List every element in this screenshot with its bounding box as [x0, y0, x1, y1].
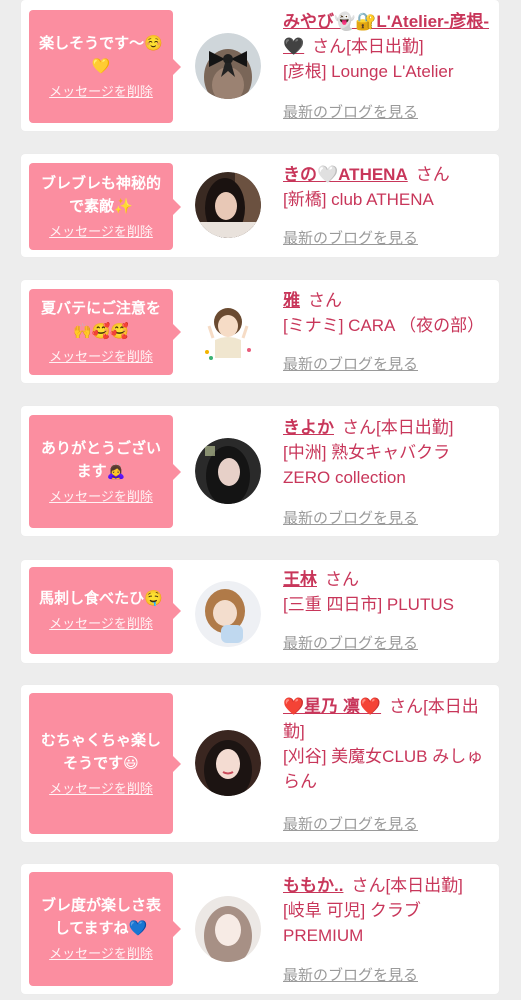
message-bubble: ブレ度が楽しさ表してますね💙 メッセージを削除	[29, 872, 181, 986]
status-badge: [本日出勤]	[385, 876, 463, 895]
message-text: ありがとうございます🙇‍♀️	[40, 438, 161, 480]
message-bubble: 馬刺し食べたひ🤤 メッセージを削除	[29, 567, 181, 654]
delete-message-link[interactable]: メッセージを削除	[35, 616, 167, 634]
status-badge: [本日出勤]	[346, 37, 424, 56]
message-card: 楽しそうです〜☺️💛 メッセージを削除 みやび👻🔐L'Atelier-彦根-🖤 さ…	[21, 0, 499, 131]
cast-name-link[interactable]: きの🤍ATHENA	[283, 165, 408, 184]
cast-info: 王林 さん [三重 四日市] PLUTUS	[283, 567, 495, 617]
message-text: むちゃくちゃ楽しそうです😃	[40, 730, 161, 772]
honorific: さん	[389, 697, 424, 716]
message-text: ブレブレも神秘的で素敵✨	[40, 173, 161, 215]
honorific: さん	[308, 291, 342, 310]
shop-name: [三重 四日市] PLUTUS	[283, 595, 454, 614]
shop-name: [刈谷] 美魔女CLUB みしゅらん	[283, 747, 484, 791]
shop-name: [彦根] Lounge L'Atelier	[283, 62, 454, 81]
cast-name-link[interactable]: ももか..	[283, 876, 343, 895]
message-card: ブレ度が楽しさ表してますね💙 メッセージを削除 ももか.. さん[本日出勤] [岐…	[21, 864, 499, 994]
avatar[interactable]	[195, 730, 261, 796]
cast-info: きよか さん[本日出勤] [中洲] 熟女キャバクラ ZERO collection	[283, 415, 495, 490]
message-text: ブレ度が楽しさ表してますね💙	[40, 896, 161, 937]
honorific: さん	[351, 876, 386, 895]
status-badge: [本日出勤]	[376, 418, 454, 437]
delete-message-link[interactable]: メッセージを削除	[35, 224, 167, 242]
message-bubble: むちゃくちゃ楽しそうです😃 メッセージを削除	[29, 693, 181, 834]
latest-blog-link[interactable]: 最新のブログを見る	[283, 964, 418, 985]
cast-name-link[interactable]: ❤️星乃 凛❤️	[283, 697, 381, 716]
latest-blog-link[interactable]: 最新のブログを見る	[283, 813, 418, 834]
shop-name: [ミナミ] CARA （夜の部）	[283, 316, 485, 335]
honorific: さん	[415, 165, 450, 184]
cast-info: ❤️星乃 凛❤️ さん[本日出勤] [刈谷] 美魔女CLUB みしゅらん	[283, 694, 495, 794]
shop-name: [岐阜 可児] クラブ PREMIUM	[283, 901, 421, 945]
message-bubble: 夏バテにご注意を🙌🥰🥰 メッセージを削除	[29, 289, 181, 375]
delete-message-link[interactable]: メッセージを削除	[35, 781, 167, 799]
shop-name: [新橋] club ATHENA	[283, 190, 434, 209]
message-card: ブレブレも神秘的で素敵✨ メッセージを削除 きの🤍ATHENA さん [新橋] c…	[21, 154, 499, 257]
latest-blog-link[interactable]: 最新のブログを見る	[283, 353, 418, 374]
honorific: さん	[342, 418, 376, 437]
avatar[interactable]	[195, 33, 261, 99]
delete-message-link[interactable]: メッセージを削除	[35, 946, 167, 964]
message-bubble: ありがとうございます🙇‍♀️ メッセージを削除	[29, 415, 181, 528]
message-bubble: 楽しそうです〜☺️💛 メッセージを削除	[29, 10, 181, 123]
avatar[interactable]	[195, 300, 261, 366]
cast-info: みやび👻🔐L'Atelier-彦根-🖤 さん[本日出勤] [彦根] Lounge …	[283, 9, 495, 84]
avatar[interactable]	[195, 172, 261, 238]
message-card: 馬刺し食べたひ🤤 メッセージを削除 王林 さん [三重 四日市] PLUTUS 最…	[21, 560, 499, 663]
message-card: ありがとうございます🙇‍♀️ メッセージを削除 きよか さん[本日出勤] [中洲]…	[21, 406, 499, 536]
message-list: 楽しそうです〜☺️💛 メッセージを削除 みやび👻🔐L'Atelier-彦根-🖤 さ…	[0, 0, 521, 1000]
cast-name-link[interactable]: 王林	[283, 570, 317, 589]
delete-message-link[interactable]: メッセージを削除	[35, 489, 167, 507]
message-text: 夏バテにご注意を🙌🥰🥰	[41, 299, 161, 340]
honorific: さん	[325, 570, 359, 589]
shop-name: [中洲] 熟女キャバクラ ZERO collection	[283, 443, 451, 487]
cast-info: きの🤍ATHENA さん [新橋] club ATHENA	[283, 162, 495, 212]
message-bubble: ブレブレも神秘的で素敵✨ メッセージを削除	[29, 163, 181, 250]
latest-blog-link[interactable]: 最新のブログを見る	[283, 632, 418, 653]
cast-info: 雅さん [ミナミ] CARA （夜の部）	[283, 288, 495, 338]
avatar[interactable]	[195, 438, 261, 504]
cast-name-link[interactable]: 雅	[283, 291, 300, 310]
latest-blog-link[interactable]: 最新のブログを見る	[283, 101, 418, 122]
latest-blog-link[interactable]: 最新のブログを見る	[283, 507, 418, 528]
message-card: 夏バテにご注意を🙌🥰🥰 メッセージを削除 雅さん [ミナミ] CARA （夜の部…	[21, 280, 499, 383]
avatar[interactable]	[195, 896, 261, 962]
message-card: むちゃくちゃ楽しそうです😃 メッセージを削除 ❤️星乃 凛❤️ さん[本日出勤] …	[21, 685, 499, 842]
delete-message-link[interactable]: メッセージを削除	[35, 349, 167, 367]
honorific: さん	[312, 37, 347, 56]
cast-info: ももか.. さん[本日出勤] [岐阜 可児] クラブ PREMIUM	[283, 873, 495, 948]
message-text: 馬刺し食べたひ🤤	[39, 589, 163, 607]
avatar[interactable]	[195, 581, 261, 647]
cast-name-link[interactable]: きよか	[283, 418, 334, 437]
message-text: 楽しそうです〜☺️💛	[39, 33, 163, 75]
delete-message-link[interactable]: メッセージを削除	[35, 84, 167, 102]
latest-blog-link[interactable]: 最新のブログを見る	[283, 227, 418, 248]
